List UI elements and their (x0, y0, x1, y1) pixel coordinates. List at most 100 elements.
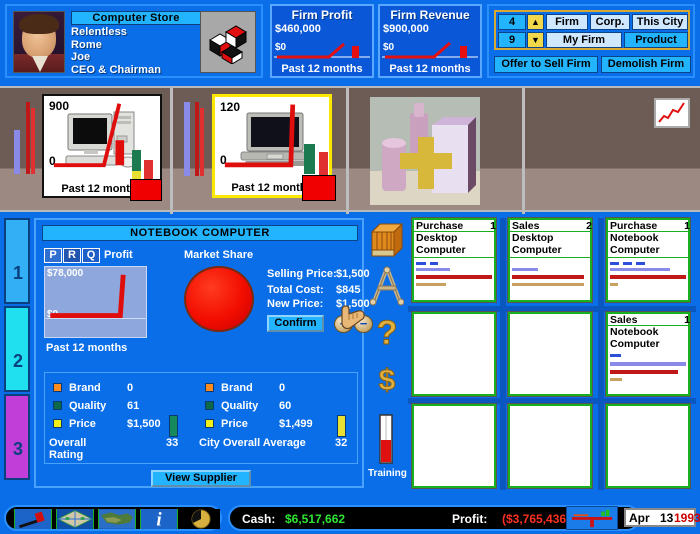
info-icon[interactable]: i (140, 509, 178, 531)
ceo-details: Relentless Rome Joe CEO & Chairman (71, 26, 161, 76)
grid-cell-1-line2: Desktop (512, 232, 554, 244)
profit-graph-footer: Past 12 months (46, 342, 128, 354)
grid-cell-6[interactable] (411, 403, 497, 489)
firm-selector-box: 4 ▲ Firm Corp. This City 9 ▼ My Firm Pro… (494, 10, 690, 50)
grid-cell-7[interactable] (507, 403, 593, 489)
shelf-product-2[interactable]: 120 0 Past 12 months (178, 94, 344, 204)
selling-price-value: $1,500 (336, 268, 370, 280)
ceo-line-4: CEO & Chairman (71, 63, 162, 76)
grid-cell-1[interactable]: Sales 2 Desktop Computer (507, 217, 593, 303)
market-share-label: Market Share (184, 249, 254, 261)
tab-floor-1[interactable]: 1 (4, 218, 30, 304)
selector-number-top[interactable]: 4 (498, 14, 526, 30)
selector-number-bottom[interactable]: 9 (498, 32, 526, 48)
total-cost-label: Total Cost: (267, 284, 324, 296)
main-content-area: 1 2 3 NOTEBOOK COMPUTER P R Q Profit $78… (0, 214, 700, 502)
product-button[interactable]: Product (624, 32, 688, 48)
tab-floor-3[interactable]: 3 (4, 394, 30, 480)
price-label-city: Price (221, 418, 248, 430)
grid-cell-2-line3: Computer (610, 244, 660, 256)
overall-rating-label: Overall Rating (49, 437, 87, 461)
hammer-icon[interactable] (14, 509, 52, 529)
dollar-sign-icon[interactable]: $ (370, 362, 404, 397)
shelf-divider-2 (346, 88, 349, 214)
shelf-product-3[interactable] (352, 94, 518, 205)
compass-icon[interactable] (370, 266, 404, 306)
view-supplier-button[interactable]: View Supplier (151, 470, 251, 487)
clock-icon[interactable] (182, 509, 220, 529)
firm-button[interactable]: Firm (546, 14, 588, 30)
grid-cell-4[interactable] (507, 311, 593, 397)
selector-down-arrow[interactable]: ▼ (527, 32, 544, 48)
grid-cell-0-line2: Desktop (416, 232, 458, 244)
ceo-info-panel: Computer Store Relentless Rome Joe CEO &… (5, 4, 263, 78)
firm-revenue-panel[interactable]: Firm Revenue $900,000 $0 Past 12 months (378, 4, 482, 78)
revenue-view-button[interactable]: R (63, 248, 81, 263)
cash-value: $6,517,662 (285, 512, 346, 526)
cash-label: Cash: (242, 512, 276, 526)
grid-cell-0[interactable]: Purchase 1 Desktop Computer (411, 217, 497, 303)
this-city-button[interactable]: This City (632, 14, 688, 30)
quality-value-own: 61 (127, 400, 140, 412)
question-mark-icon[interactable]: ? (370, 314, 404, 354)
misc-goods-image (370, 97, 480, 205)
tool-icon-column: ? $ Training (368, 218, 407, 488)
ceo-line-1: Relentless (71, 26, 128, 38)
grid-cell-8[interactable] (605, 403, 691, 489)
grid-line-v1 (500, 218, 506, 490)
selector-up-arrow[interactable]: ▲ (527, 14, 544, 30)
profit-graph-line (45, 274, 146, 320)
firm-revenue-title: Firm Revenue (390, 8, 470, 22)
overall-bar-own (169, 415, 178, 437)
tab-floor-2[interactable]: 2 (4, 306, 30, 392)
city-average-value: 32 (335, 437, 348, 449)
line-chart-icon[interactable] (654, 98, 690, 128)
overall-bar-city (337, 415, 346, 437)
confirm-button[interactable]: Confirm (267, 315, 324, 332)
date-month: Apr (629, 511, 650, 525)
profit-label: Profit: (452, 512, 488, 526)
date-year: 1993 (674, 511, 700, 525)
price-value-own: $1,500 (127, 418, 161, 430)
brand-swatch-own (53, 383, 62, 392)
market-share-pie[interactable] (184, 266, 254, 332)
quality-label-own: Quality (69, 400, 107, 412)
date-display[interactable]: Apr 13 1993 (624, 508, 700, 527)
speed-control-icon[interactable] (566, 506, 618, 530)
profit-graph[interactable]: $78,000 $0 (44, 266, 147, 338)
panel-title: NOTEBOOK COMPUTER (42, 225, 358, 241)
grid-cell-2[interactable]: Purchase 1 Notebook Computer (605, 217, 691, 303)
firm-profit-panel[interactable]: Firm Profit $460,000 $0 Past 12 months (270, 4, 374, 78)
shelf-product-1[interactable]: 900 0 Past 12 months (4, 94, 170, 204)
top-status-bar: Computer Store Relentless Rome Joe CEO &… (0, 0, 700, 85)
brand-swatch-city (205, 383, 214, 392)
firm-controls-panel: 4 ▲ Firm Corp. This City 9 ▼ My Firm Pro… (487, 4, 695, 78)
bottom-toolbar: i Cash: $6,517,662 Profit: ($3,765,436) (0, 502, 700, 534)
new-price-label: New Price: (267, 298, 324, 310)
ceo-line-3: Joe (71, 51, 91, 63)
brand-value-city: 0 (279, 382, 286, 394)
svg-text:$: $ (379, 364, 396, 396)
shelf-divider-1 (170, 88, 173, 214)
books-icon[interactable] (370, 222, 404, 258)
quantity-view-button[interactable]: Q (82, 248, 100, 263)
demolish-firm-button[interactable]: Demolish Firm (601, 56, 691, 73)
shelf-divider-3 (522, 88, 525, 214)
world-map-icon[interactable] (98, 509, 136, 529)
profit-view-button[interactable]: P (44, 248, 62, 263)
date-day: 13 (660, 511, 674, 525)
total-cost-value: $845 (336, 284, 361, 296)
corp-button[interactable]: Corp. (590, 14, 630, 30)
offer-to-sell-firm-button[interactable]: Offer to Sell Firm (494, 56, 598, 73)
grid-cell-5[interactable]: Sales 1 Notebook Computer (605, 311, 691, 397)
toolbar-icon-group: i (4, 505, 222, 531)
hand-cursor-icon (341, 305, 365, 330)
grid-cell-3[interactable] (411, 311, 497, 397)
city-map-icon[interactable] (56, 509, 94, 529)
my-firm-button[interactable]: My Firm (546, 32, 622, 48)
quality-swatch-city (205, 401, 214, 410)
firm-revenue-value: $900,000 (383, 23, 429, 35)
firm-profit-zero: $0 (275, 42, 287, 53)
thermometer-icon[interactable] (378, 414, 394, 464)
shelf-empty-bay[interactable] (528, 94, 698, 204)
